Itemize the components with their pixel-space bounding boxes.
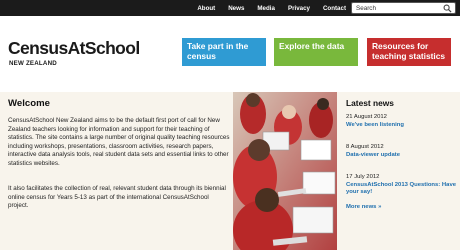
explore-data-button[interactable]: Explore the data — [274, 38, 358, 66]
more-news-link[interactable]: More news » — [346, 204, 381, 210]
top-nav: About News Media Privacy Contact — [197, 0, 346, 16]
nav-contact-link[interactable]: Contact — [323, 5, 346, 12]
latest-news-heading: Latest news — [346, 98, 394, 108]
news-date: 21 August 2012 — [346, 114, 387, 120]
welcome-heading: Welcome — [8, 98, 50, 109]
news-item: 21 August 2012 We've been listening — [346, 114, 456, 129]
nav-privacy-link[interactable]: Privacy — [288, 5, 310, 12]
search-icon[interactable] — [443, 4, 452, 13]
news-item: 17 July 2012 CensusAtSchool 2013 Questio… — [346, 174, 456, 197]
search-input-text: Search — [356, 5, 376, 12]
welcome-paragraph-1: CensusAtSchool New Zealand aims to be th… — [8, 117, 230, 167]
news-item: 8 August 2012 Data-viewer update — [346, 144, 456, 159]
search-input[interactable]: Search — [351, 2, 456, 14]
site-header: CensusAtSchool NEW ZEALAND Take part in … — [0, 16, 460, 92]
top-bar: About News Media Privacy Contact Search — [0, 0, 460, 16]
news-date: 17 July 2012 — [346, 174, 380, 180]
take-part-button[interactable]: Take part in the census — [182, 38, 266, 66]
classroom-photo — [233, 92, 337, 250]
latest-news: Latest news 21 August 2012 We've been li… — [346, 92, 460, 250]
site-logo[interactable]: CensusAtSchool — [8, 38, 140, 59]
site-logo-subtitle: NEW ZEALAND — [9, 60, 57, 67]
news-headline-link[interactable]: CensusAtSchool 2013 Questions: Have your… — [346, 182, 456, 197]
welcome-paragraph-2: It also facilitates the collection of re… — [8, 185, 226, 210]
teaching-resources-button[interactable]: Resources for teaching statistics — [367, 38, 451, 66]
news-headline-link[interactable]: Data-viewer update — [346, 152, 456, 160]
nav-about-link[interactable]: About — [197, 5, 215, 12]
nav-media-link[interactable]: Media — [257, 5, 275, 12]
news-date: 8 August 2012 — [346, 144, 384, 150]
nav-news-link[interactable]: News — [228, 5, 244, 12]
news-headline-link[interactable]: We've been listening — [346, 122, 456, 130]
